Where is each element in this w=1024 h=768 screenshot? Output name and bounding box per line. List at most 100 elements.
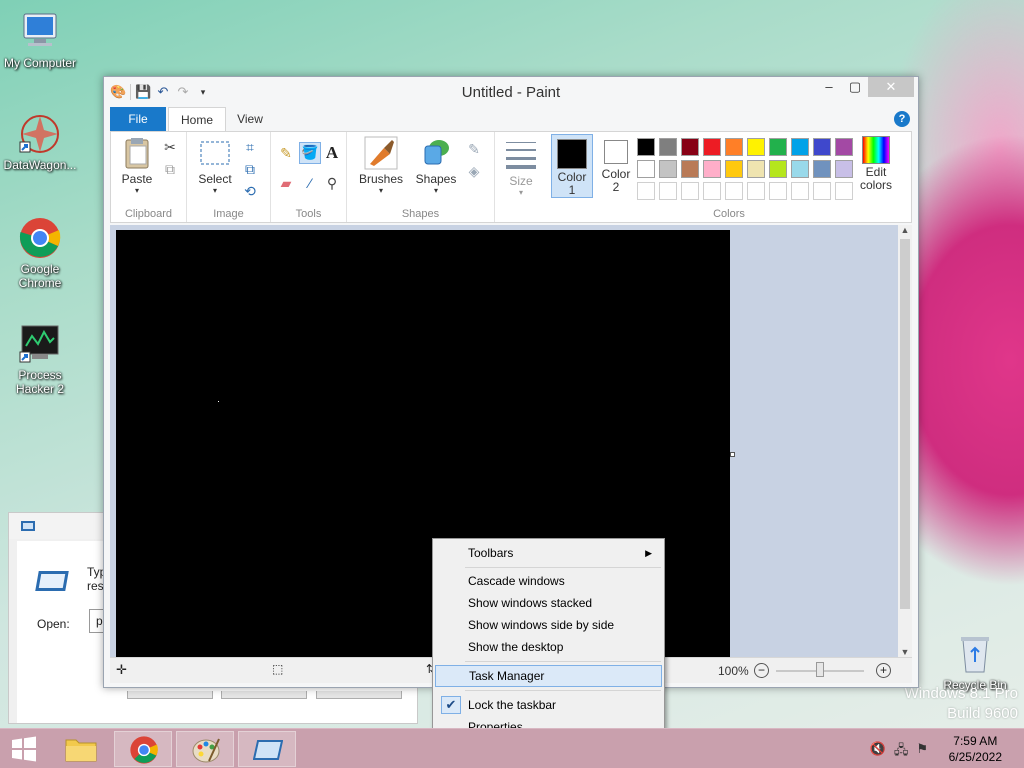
palette-swatch[interactable] — [791, 182, 809, 200]
brushes-button[interactable]: Brushes ▾ — [351, 136, 411, 195]
taskbar[interactable]: 🔇 🖧 ⚑ 7:59 AM 6/25/2022 — [0, 728, 1024, 768]
text-icon[interactable]: A — [323, 144, 341, 162]
palette-swatch[interactable] — [835, 182, 853, 200]
palette-swatch[interactable] — [637, 138, 655, 156]
desktop-icon-my-computer[interactable]: My Computer — [0, 10, 80, 70]
vertical-scrollbar[interactable]: ▲ ▼ — [898, 225, 912, 657]
palette-swatch[interactable] — [681, 138, 699, 156]
palette-swatch[interactable] — [725, 160, 743, 178]
desktop-icon-google-chrome[interactable]: Google Chrome — [0, 216, 80, 290]
zoom-slider-thumb[interactable] — [816, 662, 824, 677]
palette-swatch[interactable] — [747, 182, 765, 200]
menu-item-side-by-side[interactable]: Show windows side by side — [435, 614, 662, 636]
network-icon[interactable]: 🖧 — [894, 741, 909, 763]
shape-fill-icon[interactable]: ◈ — [465, 162, 483, 180]
paste-button[interactable]: Paste ▾ — [115, 136, 159, 195]
cut-icon[interactable]: ✂ — [161, 138, 179, 156]
crop-icon[interactable]: ⌗ — [241, 138, 259, 156]
desktop-icon-datawagon[interactable]: DataWagon... — [0, 112, 80, 172]
run-cancel-button[interactable] — [221, 691, 307, 699]
run-ok-button[interactable] — [127, 691, 213, 699]
palette-swatch[interactable] — [769, 182, 787, 200]
tab-home[interactable]: Home — [168, 107, 226, 131]
select-button[interactable]: Select ▾ — [193, 136, 237, 195]
palette-swatch[interactable] — [703, 138, 721, 156]
brushes-label: Brushes — [358, 172, 404, 186]
palette-swatch[interactable] — [791, 160, 809, 178]
zoom-out-button[interactable]: − — [754, 663, 769, 678]
palette-swatch[interactable] — [659, 138, 677, 156]
close-button[interactable]: ✕ — [868, 77, 914, 97]
volume-muted-icon[interactable]: 🔇 — [870, 741, 886, 763]
palette-swatch[interactable] — [769, 160, 787, 178]
tab-file[interactable]: File — [110, 107, 166, 131]
palette-swatch[interactable] — [813, 182, 831, 200]
palette-swatch[interactable] — [725, 182, 743, 200]
menu-item-label: Toolbars — [468, 546, 514, 560]
menu-item-stacked[interactable]: Show windows stacked — [435, 592, 662, 614]
fill-icon[interactable]: 🪣 — [299, 142, 321, 164]
palette-swatch[interactable] — [725, 138, 743, 156]
menu-item-show-desktop[interactable]: Show the desktop — [435, 636, 662, 658]
canvas-resize-handle[interactable] — [730, 452, 735, 457]
zoom-in-button[interactable]: + — [876, 663, 891, 678]
size-button[interactable]: Size ▾ — [501, 138, 541, 197]
maximize-button[interactable]: ▢ — [842, 77, 868, 97]
menu-item-toolbars[interactable]: Toolbars ▶ — [435, 542, 662, 564]
color1-button[interactable]: Color 1 — [551, 134, 593, 198]
copy-icon[interactable]: ⧉ — [161, 160, 179, 178]
palette-swatch[interactable] — [681, 182, 699, 200]
taskbar-run[interactable] — [238, 731, 296, 767]
palette-swatch[interactable] — [791, 138, 809, 156]
taskbar-paint[interactable] — [176, 731, 234, 767]
help-icon[interactable]: ? — [894, 111, 910, 127]
palette-swatch[interactable] — [747, 160, 765, 178]
canvas-dot — [218, 401, 219, 402]
menu-item-cascade[interactable]: Cascade windows — [435, 570, 662, 592]
menu-item-task-manager[interactable]: Task Manager — [435, 665, 662, 687]
scroll-thumb[interactable] — [900, 239, 910, 609]
palette-swatch[interactable] — [835, 160, 853, 178]
edit-colors-label: Edit colors — [859, 165, 892, 192]
scroll-up-arrow[interactable]: ▲ — [898, 225, 912, 235]
palette-swatch[interactable] — [659, 160, 677, 178]
palette-swatch[interactable] — [747, 138, 765, 156]
taskbar-google-chrome[interactable] — [114, 731, 172, 767]
minimize-button[interactable]: – — [816, 77, 842, 97]
group-image: Select ▾ ⌗ ⧉ ⟲ Image — [187, 132, 271, 222]
magnifier-icon[interactable]: ⚲ — [323, 174, 341, 192]
edit-colors-button[interactable]: Edit colors — [853, 136, 899, 192]
palette-swatch[interactable] — [637, 182, 655, 200]
desktop-icon-recycle-bin[interactable]: Recycle Bin — [935, 632, 1015, 692]
action-center-icon[interactable]: ⚑ — [916, 741, 928, 763]
palette-swatch[interactable] — [703, 160, 721, 178]
color2-label: Color 2 — [601, 167, 631, 194]
pencil-icon[interactable]: ✎ — [277, 144, 295, 162]
menu-item-lock-taskbar[interactable]: ✔ Lock the taskbar — [435, 694, 662, 716]
palette-swatch[interactable] — [813, 160, 831, 178]
desktop-icon-process-hacker[interactable]: Process Hacker 2 — [0, 322, 80, 396]
palette-swatch[interactable] — [681, 160, 699, 178]
outline-icon[interactable]: ✎ — [465, 140, 483, 158]
palette-swatch[interactable] — [813, 138, 831, 156]
taskbar-file-explorer[interactable] — [52, 731, 110, 767]
eraser-icon[interactable]: ▰ — [277, 174, 295, 192]
rotate-icon[interactable]: ⟲ — [241, 182, 259, 200]
resize-icon[interactable]: ⧉ — [241, 160, 259, 178]
windows-watermark: Windows 8.1 Pro Build 9600 — [905, 684, 1018, 724]
palette-swatch[interactable] — [637, 160, 655, 178]
color-picker-icon[interactable]: ⁄ — [301, 174, 319, 192]
palette-swatch[interactable] — [835, 138, 853, 156]
run-browse-button[interactable] — [316, 691, 402, 699]
start-button[interactable] — [6, 733, 42, 765]
scroll-down-arrow[interactable]: ▼ — [898, 647, 912, 657]
palette-swatch[interactable] — [703, 182, 721, 200]
color2-button[interactable]: Color 2 — [595, 134, 637, 198]
shapes-button[interactable]: Shapes ▾ — [411, 136, 461, 195]
tab-view[interactable]: View — [230, 107, 270, 131]
system-tray: 🔇 🖧 ⚑ — [870, 741, 928, 763]
palette-swatch[interactable] — [659, 182, 677, 200]
menu-item-label: Cascade windows — [468, 574, 565, 588]
palette-swatch[interactable] — [769, 138, 787, 156]
taskbar-clock[interactable]: 7:59 AM 6/25/2022 — [949, 733, 1002, 765]
